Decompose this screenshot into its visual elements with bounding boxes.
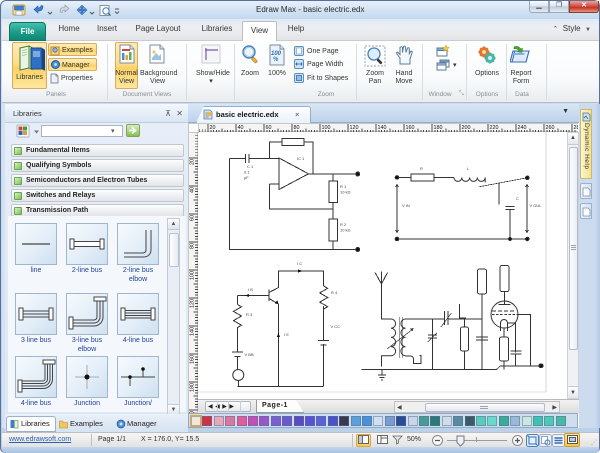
svg-text:R: R	[420, 166, 423, 171]
svg-text:R 2: R 2	[340, 222, 347, 227]
svg-text:160: 160	[190, 355, 196, 364]
svg-text:180: 180	[190, 383, 196, 392]
svg-text:I C: I C	[297, 261, 302, 266]
svg-text:120: 120	[190, 299, 196, 308]
svg-text:I B: I B	[248, 287, 253, 292]
svg-text:140: 140	[190, 327, 196, 336]
svg-text:180: 180	[434, 125, 443, 131]
svg-text:40: 40	[238, 125, 244, 131]
svg-text:220: 220	[490, 125, 499, 131]
svg-text:C: C	[516, 196, 519, 201]
svg-text:10 kΩ: 10 kΩ	[340, 190, 351, 195]
svg-text:V IN: V IN	[402, 203, 410, 208]
svg-text:60: 60	[190, 215, 196, 221]
svg-text:40: 40	[190, 187, 196, 193]
svg-text:L: L	[467, 166, 470, 171]
svg-text:10 kΩ: 10 kΩ	[340, 228, 351, 233]
svg-text:120: 120	[350, 125, 359, 131]
svg-text:80: 80	[190, 243, 196, 249]
svg-text:V BB: V BB	[245, 352, 254, 357]
svg-text:%: %	[273, 57, 279, 63]
svg-text:V CC: V CC	[331, 324, 341, 329]
svg-text:µF: µF	[244, 175, 249, 180]
svg-text:I E: I E	[284, 332, 289, 337]
svg-text:240: 240	[518, 125, 527, 131]
svg-text:20: 20	[190, 159, 196, 165]
svg-text:R 1: R 1	[340, 184, 347, 189]
svg-text:C 1: C 1	[247, 164, 254, 169]
svg-text:160: 160	[406, 125, 415, 131]
svg-text:V OUL: V OUL	[530, 203, 543, 208]
svg-text:200: 200	[462, 125, 471, 131]
svg-text:100: 100	[190, 271, 196, 280]
svg-text:260: 260	[546, 125, 555, 131]
svg-text:280: 280	[574, 125, 579, 131]
svg-text:20: 20	[210, 125, 216, 131]
svg-text:R 4: R 4	[331, 290, 338, 295]
svg-text:R 3: R 3	[246, 312, 253, 317]
svg-text:140: 140	[378, 125, 387, 131]
svg-text:60: 60	[266, 125, 272, 131]
svg-text:0.1: 0.1	[244, 170, 250, 175]
svg-text:IC 1: IC 1	[297, 156, 305, 161]
svg-text:100: 100	[322, 125, 331, 131]
svg-text:80: 80	[294, 125, 300, 131]
